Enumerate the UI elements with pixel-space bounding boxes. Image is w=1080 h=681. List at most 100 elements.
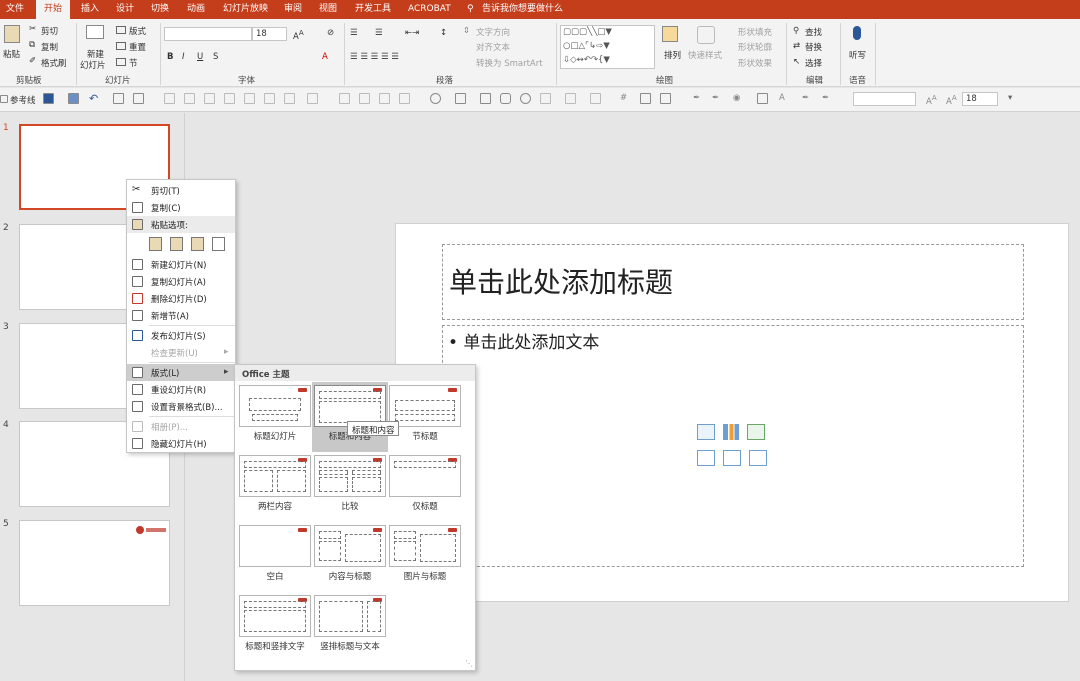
indent-icon[interactable]: ⇤⇥ bbox=[405, 28, 419, 38]
menu-item-format-background[interactable]: 设置背景格式(B)... bbox=[127, 398, 235, 415]
paste-text-only-icon[interactable] bbox=[212, 237, 225, 251]
guides-checkbox-label[interactable]: 参考线 bbox=[10, 94, 36, 106]
cut-button[interactable]: 剪切 bbox=[41, 25, 58, 37]
align-left-icon[interactable] bbox=[164, 93, 175, 104]
menu-item-check-updates[interactable]: 检查更新(U) ▸ bbox=[127, 344, 235, 361]
menu-item-new-slide[interactable]: 新建幻灯片(N) bbox=[127, 256, 235, 273]
grid-icon[interactable]: # bbox=[620, 93, 627, 103]
format-painter-button[interactable]: 格式刷 bbox=[41, 57, 67, 69]
layout-vertical-title-text[interactable] bbox=[314, 595, 386, 637]
shrink-font-qat-icon[interactable]: AA bbox=[946, 93, 957, 107]
layout-section-header[interactable] bbox=[389, 385, 461, 427]
menu-item-publish-slides[interactable]: 发布幻灯片(S) bbox=[127, 327, 235, 344]
bring-forward-icon[interactable] bbox=[379, 93, 390, 104]
textbox-icon[interactable] bbox=[757, 93, 768, 104]
pen-icon[interactable]: ✒ bbox=[693, 93, 700, 103]
rounded-rect-icon[interactable] bbox=[500, 93, 511, 104]
paste-keep-theme-icon[interactable] bbox=[149, 237, 162, 251]
tab-view[interactable]: 视图 bbox=[319, 0, 337, 19]
title-placeholder[interactable]: 单击此处添加标题 bbox=[442, 244, 1024, 320]
line-spacing-icon[interactable]: ↕ bbox=[440, 28, 447, 38]
menu-item-hide-slide[interactable]: 隐藏幻灯片(H) bbox=[127, 435, 235, 452]
align-icons[interactable]: ☰ ☰ ☰ ☰ ☰ bbox=[350, 52, 399, 62]
tell-me-box[interactable]: 告诉我你想要做什么 bbox=[482, 0, 563, 19]
checkbox-icon[interactable] bbox=[0, 95, 8, 103]
ungroup-icon[interactable] bbox=[359, 93, 370, 104]
font-name-dropdown[interactable] bbox=[164, 27, 252, 41]
save-icon[interactable] bbox=[68, 93, 79, 104]
slideshow-icon[interactable] bbox=[113, 93, 124, 104]
insert-online-picture-icon[interactable] bbox=[723, 450, 741, 466]
picture-format-icon[interactable] bbox=[660, 93, 671, 104]
paste-picture-icon[interactable] bbox=[191, 237, 204, 251]
tab-acrobat[interactable]: ACROBAT bbox=[408, 0, 451, 19]
tab-design[interactable]: 设计 bbox=[116, 0, 134, 19]
paste-button[interactable]: 粘贴 bbox=[3, 48, 20, 60]
slide-thumbnail-5[interactable] bbox=[19, 520, 170, 606]
close-icon[interactable] bbox=[133, 93, 144, 104]
layout-title-slide[interactable] bbox=[239, 385, 311, 427]
font-color-icon[interactable]: A bbox=[322, 52, 328, 62]
menu-item-delete-slide[interactable]: 删除幻灯片(D) bbox=[127, 290, 235, 307]
insert-video-icon[interactable] bbox=[749, 450, 767, 466]
menu-item-reset-slide[interactable]: 重设幻灯片(R) bbox=[127, 381, 235, 398]
menu-item-layout[interactable]: 版式(L) ▸ bbox=[127, 364, 235, 381]
qat-font-size-dropdown[interactable]: 18 bbox=[962, 92, 998, 106]
theme-icon[interactable] bbox=[43, 93, 54, 104]
slide-canvas[interactable]: 单击此处添加标题 • 单击此处添加文本 bbox=[395, 223, 1069, 602]
rectangle-icon[interactable] bbox=[480, 93, 491, 104]
menu-item-photo-album[interactable]: 相册(P)... bbox=[127, 418, 235, 435]
font-size-dropdown[interactable]: 18 bbox=[252, 27, 287, 41]
menu-item-cut[interactable]: ✂ 剪切(T) bbox=[127, 182, 235, 199]
shadow-icon[interactable]: S bbox=[213, 52, 218, 62]
shapes-gallery[interactable]: ▢▢▢╲╲□▼ ○□△⌜↳⇨▼ ⇩◇↭↶↷{▼ bbox=[560, 25, 655, 69]
shape-outline-button[interactable]: 形状轮廓 bbox=[738, 41, 772, 53]
align-text-button[interactable]: 对齐文本 bbox=[476, 41, 510, 53]
align-bottom-icon[interactable] bbox=[264, 93, 275, 104]
shape-effects-button[interactable]: 形状效果 bbox=[738, 57, 772, 69]
insert-smartart-icon[interactable] bbox=[747, 424, 765, 440]
font-color-qat-icon[interactable]: A bbox=[779, 93, 785, 103]
pen-2-icon[interactable]: ✒ bbox=[712, 93, 719, 103]
customize-qat-icon[interactable]: ▾ bbox=[1008, 93, 1012, 103]
layout-content-with-caption[interactable] bbox=[314, 525, 386, 567]
menu-item-add-section[interactable]: 新增节(A) bbox=[127, 307, 235, 324]
italic-icon[interactable]: I bbox=[182, 52, 185, 62]
qat-font-dropdown[interactable] bbox=[853, 92, 916, 106]
clear-format-icon[interactable]: ⊘ bbox=[327, 28, 334, 38]
grow-font-icon[interactable]: AA bbox=[293, 28, 304, 42]
distribute-v-icon[interactable] bbox=[307, 93, 318, 104]
highlighter-icon[interactable]: ✒ bbox=[822, 93, 829, 103]
tab-developer[interactable]: 开发工具 bbox=[355, 0, 391, 19]
underline-icon[interactable]: U bbox=[197, 52, 203, 62]
insert-chart-icon[interactable] bbox=[723, 424, 739, 440]
distribute-h-icon[interactable] bbox=[284, 93, 295, 104]
new-slide-button-label[interactable]: 幻灯片 bbox=[80, 59, 106, 71]
bullets-icon[interactable]: ☰ bbox=[350, 28, 358, 38]
layout-picture-with-caption[interactable] bbox=[389, 525, 461, 567]
align-top-icon[interactable] bbox=[224, 93, 235, 104]
dictate-button[interactable]: 听写 bbox=[849, 49, 866, 61]
quick-styles-button[interactable]: 快速样式 bbox=[688, 49, 722, 61]
menu-item-copy[interactable]: 复制(C) bbox=[127, 199, 235, 216]
shape-effect-icon[interactable] bbox=[590, 93, 601, 104]
ellipse-icon[interactable] bbox=[520, 93, 531, 104]
send-backward-icon[interactable] bbox=[399, 93, 410, 104]
resize-grip-icon[interactable]: ⋱ bbox=[465, 659, 473, 668]
copy-button[interactable]: 复制 bbox=[41, 41, 58, 53]
tab-slideshow[interactable]: 幻灯片放映 bbox=[223, 0, 268, 19]
grow-font-qat-icon[interactable]: AA bbox=[926, 93, 937, 107]
oval-shape-icon[interactable] bbox=[430, 93, 441, 104]
layout-two-content[interactable] bbox=[239, 455, 311, 497]
layout-blank[interactable] bbox=[239, 525, 311, 567]
text-direction-button[interactable]: 文字方向 bbox=[476, 26, 510, 38]
align-right-icon[interactable] bbox=[204, 93, 215, 104]
tab-review[interactable]: 审阅 bbox=[284, 0, 302, 19]
tab-animations[interactable]: 动画 bbox=[187, 0, 205, 19]
menu-item-duplicate-slide[interactable]: 复制幻灯片(A) bbox=[127, 273, 235, 290]
arrange-button[interactable]: 排列 bbox=[664, 49, 681, 61]
layout-button[interactable]: 版式 bbox=[129, 25, 146, 37]
replace-button[interactable]: 替换 bbox=[805, 41, 822, 53]
shape-fill-button[interactable]: 形状填充 bbox=[738, 26, 772, 38]
tab-insert[interactable]: 插入 bbox=[81, 0, 99, 19]
